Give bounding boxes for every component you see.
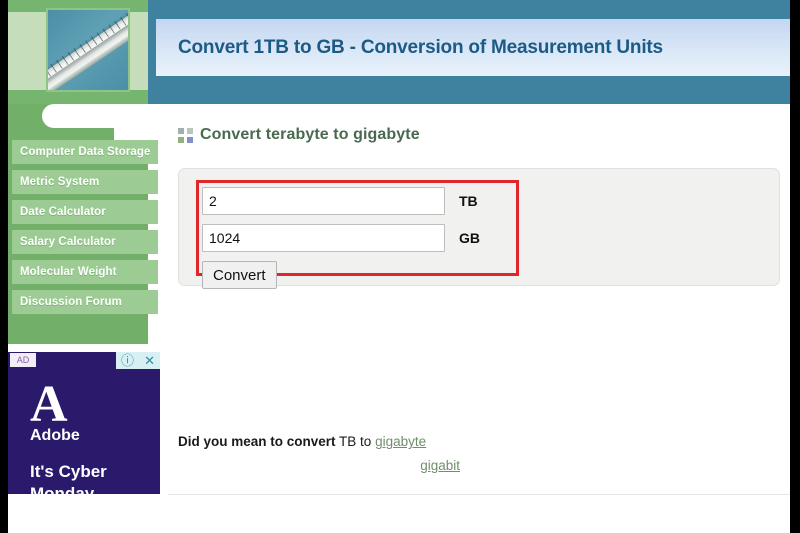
grid-squares-icon [178, 127, 193, 143]
ad-body[interactable]: A Adobe It's Cyber Monday [8, 369, 160, 494]
did-you-mean-line-2: gigabit [178, 454, 460, 478]
sidebar-item-label: Date Calculator [20, 206, 106, 218]
from-row: TB [202, 187, 480, 215]
to-row: GB [202, 224, 480, 252]
sidebar-item-label: Molecular Weight [20, 266, 117, 278]
content-heading: Convert terabyte to gigabyte [178, 126, 420, 144]
close-icon[interactable]: ✕ [144, 354, 155, 367]
info-icon[interactable]: ⓘ [121, 354, 134, 367]
ad-headline: It's Cyber Monday [30, 462, 107, 494]
bottom-divider [168, 494, 790, 495]
sidebar-item-label: Discussion Forum [20, 296, 122, 308]
ad-top-bar: AD ⓘ ✕ [8, 352, 160, 369]
sidebar: Computer Data Storage Metric System Date… [8, 104, 182, 344]
convert-button[interactable]: Convert [202, 261, 277, 289]
ad-brand-name: Adobe [30, 427, 80, 444]
sidebar-item-date-calculator[interactable]: Date Calculator [12, 200, 158, 224]
sidebar-item-label: Computer Data Storage [20, 146, 151, 158]
submit-row: Convert [202, 261, 480, 289]
sidebar-white-tab [42, 104, 182, 128]
sidebar-item-molecular-weight[interactable]: Molecular Weight [12, 260, 158, 284]
site-logo-ruler-image[interactable] [46, 8, 130, 92]
from-value-input[interactable] [202, 187, 445, 215]
to-unit-label: GB [459, 230, 480, 246]
conversion-panel: TB GB Convert [178, 168, 780, 289]
link-gigabit[interactable]: gigabit [420, 458, 460, 473]
link-gigabyte[interactable]: gigabyte [375, 434, 426, 449]
left-bottom-spacer [8, 494, 168, 533]
site-header: Convert 1TB to GB - Conversion of Measur… [8, 0, 790, 104]
did-you-mean-line-1: Did you mean to convert TB to gigabyte [178, 430, 528, 454]
sidebar-item-label: Metric System [20, 176, 100, 188]
page-title: Convert 1TB to GB - Conversion of Measur… [178, 36, 663, 58]
from-unit-label: TB [459, 193, 478, 209]
ad-badge: AD [10, 353, 36, 367]
header-green-bottom-stripe [8, 90, 148, 104]
conversion-form: TB GB Convert [202, 187, 480, 298]
sidebar-nav: Computer Data Storage Metric System Date… [12, 140, 158, 320]
header-title-band: Convert 1TB to GB - Conversion of Measur… [156, 19, 790, 76]
did-you-mean-middle: TB to [339, 434, 372, 449]
advertisement[interactable]: AD ⓘ ✕ A Adobe It's Cyber Monday [8, 352, 160, 494]
did-you-mean-block: Did you mean to convert TB to gigabyte g… [178, 430, 528, 478]
webpage: Convert 1TB to GB - Conversion of Measur… [8, 0, 790, 533]
screenshot-frame: Convert 1TB to GB - Conversion of Measur… [0, 0, 800, 533]
sidebar-item-discussion-forum[interactable]: Discussion Forum [12, 290, 158, 314]
did-you-mean-lead: Did you mean to convert [178, 434, 336, 449]
content-heading-text: Convert terabyte to gigabyte [200, 126, 420, 143]
to-value-input[interactable] [202, 224, 445, 252]
sidebar-item-metric-system[interactable]: Metric System [12, 170, 158, 194]
sidebar-item-label: Salary Calculator [20, 236, 116, 248]
sidebar-item-salary-calculator[interactable]: Salary Calculator [12, 230, 158, 254]
adobe-logo-icon: A [30, 376, 68, 433]
sidebar-item-computer-data-storage[interactable]: Computer Data Storage [12, 140, 158, 164]
ad-controls: ⓘ ✕ [116, 352, 160, 369]
